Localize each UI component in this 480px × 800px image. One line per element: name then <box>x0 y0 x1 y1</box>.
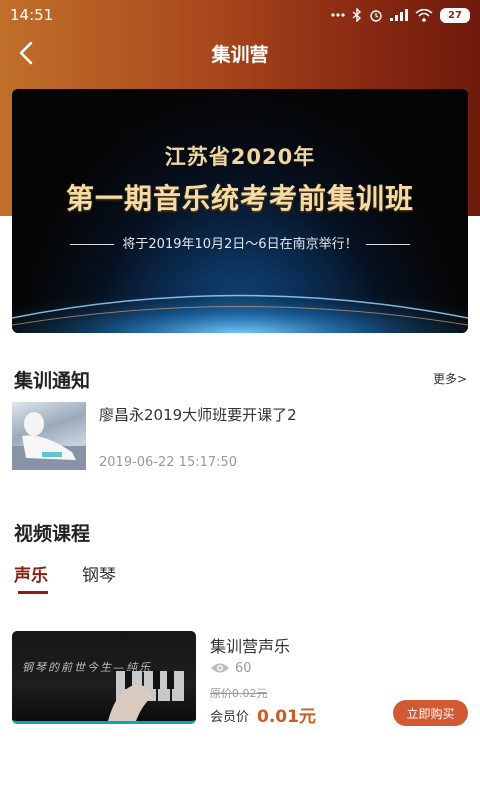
status-time: 14:51 <box>10 6 54 24</box>
wifi-icon <box>415 8 433 22</box>
tab-vocal[interactable]: 声乐 <box>14 561 48 586</box>
active-tab-indicator <box>18 591 48 594</box>
member-price: 0.01元 <box>257 707 316 727</box>
tab-piano[interactable]: 钢琴 <box>82 561 116 586</box>
video-section-title: 视频课程 <box>14 523 91 545</box>
banner-line-1: 江苏省2020年 <box>164 145 316 169</box>
view-count: 60 <box>235 661 252 676</box>
course-thumbnail[interactable]: 钢琴的前世今生—纯乐 <box>12 631 196 724</box>
buy-now-button[interactable]: 立即购买 <box>393 700 468 726</box>
notice-thumbnail[interactable] <box>12 402 86 470</box>
notice-timestamp: 2019-06-22 15:17:50 <box>99 455 238 470</box>
battery-indicator: 27 <box>440 7 470 23</box>
piano-image <box>108 671 184 721</box>
banner-glow-graphic <box>12 263 468 333</box>
banner-line-2: 第一期音乐统考考前集训班 <box>65 182 414 215</box>
eye-icon <box>211 663 229 673</box>
course-title[interactable]: 集训营声乐 <box>210 633 290 657</box>
promo-banner[interactable]: 江苏省2020年 第一期音乐统考考前集训班 将于2019年10月2日～6日在南京… <box>12 89 468 333</box>
notice-section-title: 集训通知 <box>14 370 91 392</box>
bluetooth-icon <box>352 8 362 22</box>
course-thumbnail-caption: 钢琴的前世今生—纯乐 <box>22 661 152 674</box>
original-price: 原价0.02元 <box>210 687 268 700</box>
status-bar: 14:51 27 <box>0 0 480 30</box>
page-title: 集训营 <box>211 43 269 66</box>
navigation-bar: 集训营 <box>0 30 480 76</box>
dots-icon <box>331 13 345 17</box>
chevron-left-icon[interactable] <box>14 40 40 66</box>
more-link[interactable]: 更多> <box>433 370 467 387</box>
notice-title[interactable]: 廖昌永2019大师班要开课了2 <box>99 404 297 425</box>
alarm-icon <box>370 10 382 22</box>
banner-line-3: 将于2019年10月2日～6日在南京举行！ <box>12 233 468 252</box>
notice-image <box>12 412 86 470</box>
signal-icon <box>390 9 408 21</box>
member-price-label: 会员价 <box>210 710 250 725</box>
status-icons: 27 <box>331 7 470 23</box>
